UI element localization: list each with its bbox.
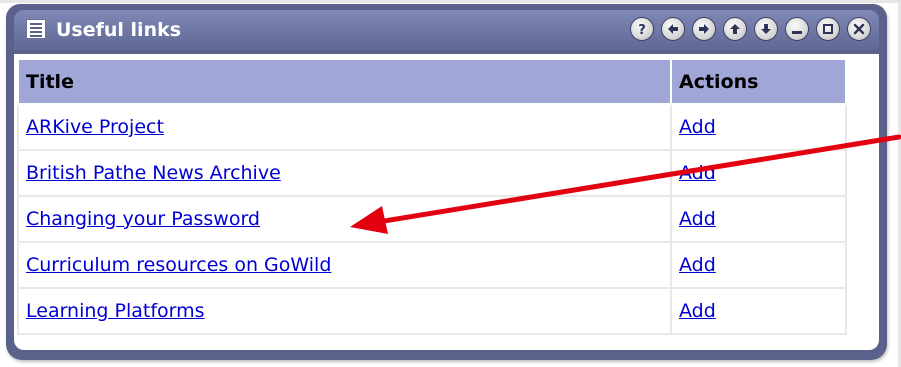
svg-text:?: ? bbox=[638, 23, 646, 37]
close-icon[interactable] bbox=[847, 17, 871, 41]
link-title[interactable]: Learning Platforms bbox=[26, 300, 205, 322]
links-table: Title Actions ARKive Project Add British… bbox=[17, 58, 847, 335]
useful-links-portlet: Useful links ? Title Actions ARKive Proj… bbox=[6, 4, 887, 360]
portlet-controls: ? bbox=[630, 17, 871, 41]
add-link[interactable]: Add bbox=[679, 162, 716, 184]
portlet-content: Title Actions ARKive Project Add British… bbox=[14, 54, 879, 350]
arrow-left-icon[interactable] bbox=[661, 17, 685, 41]
add-link[interactable]: Add bbox=[679, 254, 716, 276]
maximize-icon[interactable] bbox=[816, 17, 840, 41]
table-row: Curriculum resources on GoWild Add bbox=[17, 241, 847, 289]
table-row: Learning Platforms Add bbox=[17, 287, 847, 335]
table-row: ARKive Project Add bbox=[17, 103, 847, 151]
arrow-right-icon[interactable] bbox=[692, 17, 716, 41]
window-edge-top bbox=[0, 0, 901, 3]
help-icon[interactable]: ? bbox=[630, 17, 654, 41]
portlet-titlebar: Useful links ? bbox=[14, 10, 879, 50]
link-title[interactable]: British Pathe News Archive bbox=[26, 162, 281, 184]
actions-column-header: Actions bbox=[670, 58, 847, 105]
arrow-up-icon[interactable] bbox=[723, 17, 747, 41]
add-link[interactable]: Add bbox=[679, 208, 716, 230]
portlet-title: Useful links bbox=[56, 19, 182, 41]
minimize-icon[interactable] bbox=[785, 17, 809, 41]
link-title[interactable]: Changing your Password bbox=[26, 208, 260, 230]
table-row: Changing your Password Add bbox=[17, 195, 847, 243]
link-title[interactable]: Curriculum resources on GoWild bbox=[26, 254, 331, 276]
table-row: British Pathe News Archive Add bbox=[17, 149, 847, 197]
link-title[interactable]: ARKive Project bbox=[26, 116, 164, 138]
add-link[interactable]: Add bbox=[679, 300, 716, 322]
add-link[interactable]: Add bbox=[679, 116, 716, 138]
table-header-row: Title Actions bbox=[17, 58, 847, 105]
list-icon bbox=[26, 19, 46, 39]
title-column-header: Title bbox=[17, 58, 672, 105]
arrow-down-icon[interactable] bbox=[754, 17, 778, 41]
